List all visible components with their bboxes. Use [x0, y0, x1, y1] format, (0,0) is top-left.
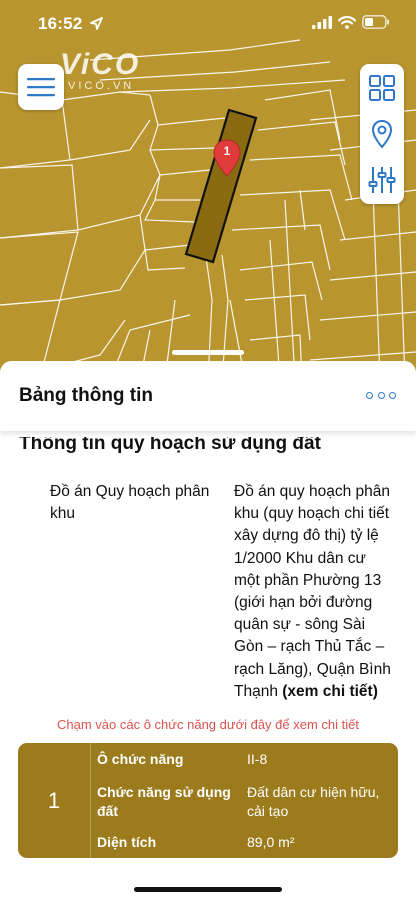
sheet-header: Bảng thông tin: [0, 361, 416, 431]
map-tools-panel: [360, 64, 404, 204]
map-view[interactable]: 1 16:52 ViCO VICO.VN: [0, 0, 416, 380]
sliders-icon: [368, 167, 396, 193]
filter-settings-button[interactable]: [360, 158, 404, 202]
function-card[interactable]: 1 Ô chức năng II-8 Chức năng sử dụng đất…: [18, 743, 398, 858]
card-divider: [90, 743, 91, 858]
area-value: 89,0 m²: [247, 834, 295, 850]
sheet-drag-handle[interactable]: [172, 350, 244, 355]
battery-icon: [362, 15, 389, 29]
status-time: 16:52: [38, 14, 83, 33]
layers-grid-button[interactable]: [360, 66, 404, 110]
view-detail-link[interactable]: (xem chi tiết): [282, 683, 378, 700]
more-dot-icon: [366, 391, 373, 399]
selected-parcel: [184, 108, 258, 264]
plan-value: Đồ án quy hoạch phân khu (quy hoạch chi …: [234, 481, 396, 703]
area-label: Diện tích: [97, 834, 157, 850]
locate-button[interactable]: [360, 112, 404, 156]
brand-watermark: ViCO VICO.VN: [60, 48, 141, 93]
plan-value-text: Đồ án quy hoạch phân khu (quy hoạch chi …: [234, 483, 391, 700]
location-arrow-icon: [90, 17, 103, 30]
menu-button[interactable]: [18, 64, 64, 110]
function-cell-label: Ô chức năng: [97, 751, 184, 767]
more-options-button[interactable]: [366, 387, 396, 403]
function-index: 1: [47, 787, 61, 813]
status-indicators: [312, 15, 390, 29]
cellular-signal-icon: [312, 15, 332, 29]
section-title: Thông tin quy hoạch sử dụng đất: [19, 433, 321, 454]
hamburger-icon: [27, 78, 55, 97]
plan-label: Đồ án Quy hoạch phân khu: [50, 483, 210, 522]
brand-name: ViCO: [60, 48, 141, 81]
sheet-title: Bảng thông tin: [19, 385, 154, 406]
more-dot-icon: [389, 391, 396, 399]
land-use-label: Chức năng sử dụng đất: [97, 784, 231, 819]
land-use-value: Đất dân cư hiện hữu, cải tạo: [247, 784, 380, 819]
function-cell-value: II-8: [247, 751, 268, 767]
more-dot-icon: [377, 391, 385, 399]
location-pin-icon: [371, 119, 393, 149]
home-indicator[interactable]: [134, 887, 282, 892]
grid-icon: [369, 75, 395, 101]
wifi-icon: [338, 15, 356, 29]
info-sheet: Bảng thông tin Thông tin quy hoạch sử dụ…: [0, 361, 416, 900]
hint-text: Chạm vào các ô chức năng dưới đây để xem…: [57, 717, 359, 732]
brand-site: VICO.VN: [68, 80, 135, 92]
map-marker-label[interactable]: 1: [220, 144, 234, 158]
status-bar: 16:52: [0, 0, 416, 46]
